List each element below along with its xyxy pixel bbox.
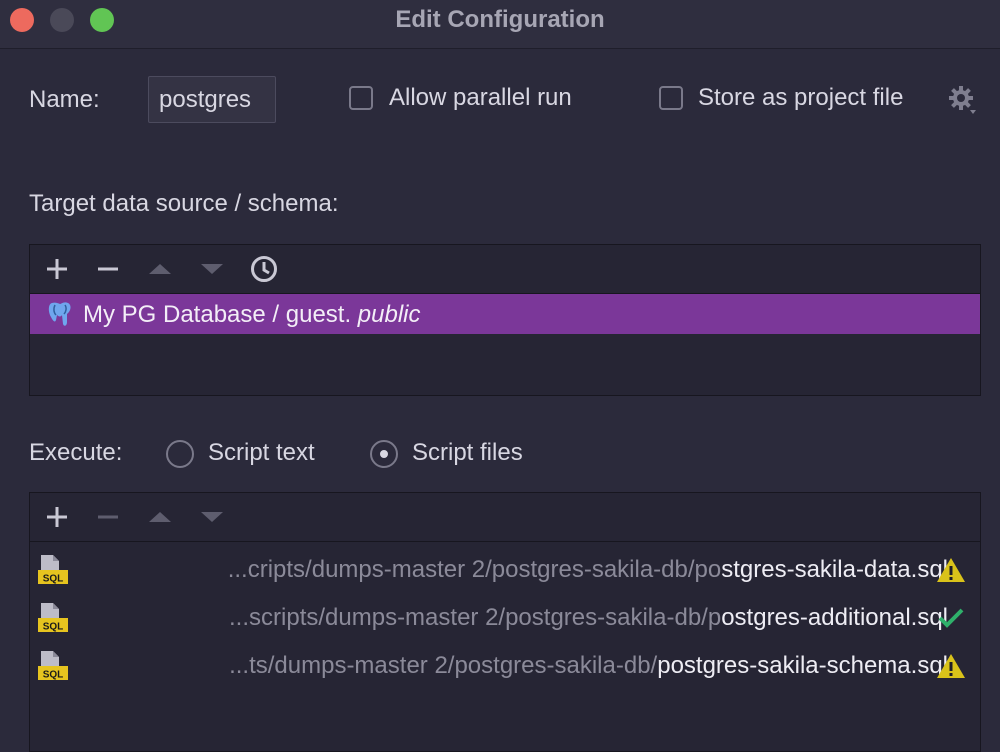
- svg-text:SQL: SQL: [43, 670, 64, 681]
- postgres-icon: [48, 302, 71, 326]
- sql-file-icon: SQL: [38, 651, 68, 681]
- check-icon: [938, 608, 964, 628]
- sql-file-icon: SQL: [38, 555, 68, 585]
- plus-icon[interactable]: [42, 503, 72, 531]
- file-row[interactable]: ...scripts/dumps-master 2/postgres-sakil…: [30, 594, 980, 642]
- arrow-up-icon[interactable]: [145, 255, 175, 283]
- window-title: Edit Configuration: [395, 6, 605, 33]
- datasource-item[interactable]: My PG Database / guest. public: [30, 294, 980, 334]
- store-project-checkbox[interactable]: [659, 86, 683, 110]
- minus-icon[interactable]: [93, 503, 123, 531]
- minus-icon[interactable]: [93, 255, 123, 283]
- script-files-panel: ...cripts/dumps-master 2/postgres-sakila…: [29, 492, 981, 752]
- allow-parallel-label[interactable]: Allow parallel run: [389, 84, 572, 112]
- name-label: Name:: [29, 86, 100, 113]
- arrow-down-icon[interactable]: [197, 255, 227, 283]
- datasource-name: My PG Database / guest.: [83, 301, 352, 328]
- allow-parallel-checkbox[interactable]: [349, 86, 373, 110]
- name-input[interactable]: [148, 76, 276, 123]
- plus-icon[interactable]: [42, 255, 72, 283]
- files-toolbar: [30, 493, 980, 542]
- gear-icon[interactable]: [948, 84, 978, 116]
- file-row[interactable]: ...cripts/dumps-master 2/postgres-sakila…: [30, 546, 980, 594]
- file-path: ...cripts/dumps-master 2/postgres-sakila…: [227, 556, 948, 583]
- radio-selected-dot: [380, 450, 388, 458]
- target-label: Target data source / schema:: [29, 190, 339, 217]
- script-text-radio[interactable]: [166, 440, 194, 468]
- file-path: ...ts/dumps-master 2/postgres-sakila-db/…: [229, 652, 948, 679]
- script-files-label[interactable]: Script files: [412, 439, 523, 467]
- store-project-label[interactable]: Store as project file: [698, 84, 903, 112]
- execute-label: Execute:: [29, 439, 123, 466]
- arrow-up-icon[interactable]: [145, 503, 175, 531]
- script-text-label[interactable]: Script text: [208, 439, 315, 467]
- warning-icon: [937, 558, 965, 582]
- history-icon[interactable]: [249, 255, 279, 283]
- arrow-down-icon[interactable]: [197, 503, 227, 531]
- target-panel: My PG Database / guest. public: [29, 244, 981, 396]
- title-bar: Edit Configuration: [0, 0, 1000, 49]
- file-path: ...scripts/dumps-master 2/postgres-sakil…: [229, 604, 948, 631]
- sql-file-icon: SQL: [38, 603, 68, 633]
- datasource-schema: public: [357, 301, 421, 328]
- svg-text:SQL: SQL: [43, 622, 64, 633]
- warning-icon: [937, 654, 965, 678]
- svg-text:SQL: SQL: [43, 574, 64, 585]
- target-toolbar: [30, 245, 980, 294]
- file-row[interactable]: ...ts/dumps-master 2/postgres-sakila-db/…: [30, 642, 980, 690]
- script-files-radio[interactable]: [370, 440, 398, 468]
